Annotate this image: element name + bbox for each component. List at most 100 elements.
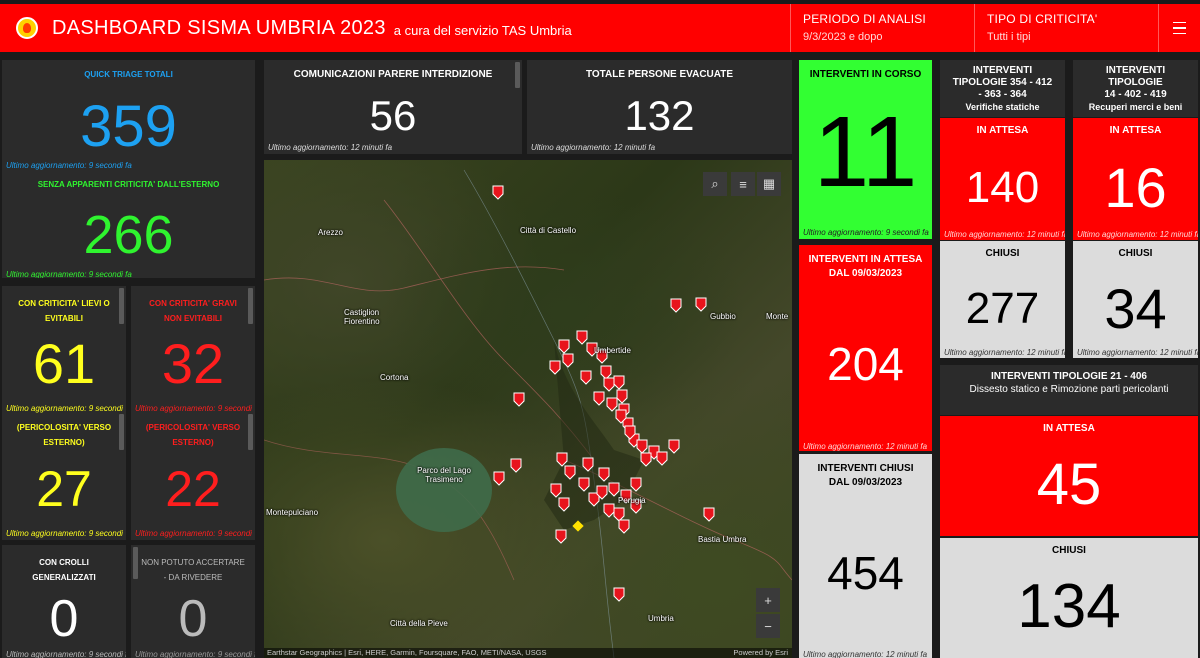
- layers-icon[interactable]: ≡: [731, 172, 755, 196]
- map-marker-pin-icon[interactable]: [670, 298, 682, 313]
- map-marker-pin-icon[interactable]: [510, 458, 522, 473]
- criticality-filter[interactable]: TIPO DI CRITICITA' Tutti i tipi: [974, 4, 1158, 52]
- zoom-in-button[interactable]: +: [756, 588, 780, 612]
- in-attesa-value: 204: [827, 338, 904, 390]
- map-marker-pin-icon[interactable]: [492, 185, 504, 200]
- gravi-update: Ultimo aggiornamento: 9 secondi: [135, 404, 252, 413]
- lievi-title-line-2: EVITABILI: [44, 314, 84, 323]
- lievi-update: Ultimo aggiornamento: 9 secondi: [6, 404, 123, 413]
- lake-trasimeno: [396, 448, 492, 532]
- pericolosita-gravi-scrollbar[interactable]: [248, 414, 253, 450]
- pericolosita-lievi-scrollbar[interactable]: [119, 414, 124, 450]
- map-marker-pin-icon[interactable]: [606, 397, 618, 412]
- tipologie-c-title: INTERVENTI TIPOLOGIE 21 - 406 Dissesto s…: [940, 370, 1198, 396]
- pericolosita-lievi-title-line-1: (PERICOLOSITA' VERSO: [16, 423, 112, 432]
- in-attesa-title-line-1: INTERVENTI IN ATTESA: [808, 254, 923, 265]
- map-marker-pin-icon[interactable]: [576, 330, 588, 345]
- map-marker-pin-icon[interactable]: [613, 375, 625, 390]
- map-marker-pin-icon[interactable]: [558, 339, 570, 354]
- non-accertare-scrollbar[interactable]: [133, 547, 138, 579]
- period-filter[interactable]: PERIODO DI ANALISI 9/3/2023 e dopo: [790, 4, 974, 52]
- powered-by-esri[interactable]: Powered by Esri: [733, 648, 788, 658]
- civil-protection-logo-icon: [16, 17, 38, 39]
- map-label: Città di Castello: [520, 226, 577, 235]
- tipologie-a-attesa-panel: IN ATTESA 140 Ultimo aggiornamento: 12 m…: [940, 118, 1065, 240]
- evacuate-title: TOTALE PERSONE EVACUATE: [585, 69, 734, 80]
- tipologie-b-attesa-label: IN ATTESA: [1109, 125, 1162, 136]
- tipologie-b-chiusi-label: CHIUSI: [1118, 248, 1153, 259]
- interventi-chiusi-panel: INTERVENTI CHIUSI DAL 09/03/2023 454 Ult…: [799, 454, 932, 658]
- zoom-out-button[interactable]: −: [756, 614, 780, 638]
- map-marker-pin-icon[interactable]: [603, 503, 615, 518]
- tipologie-a-chiusi-update: Ultimo aggiornamento: 12 minuti fa: [944, 348, 1065, 357]
- map-marker-pin-icon[interactable]: [513, 392, 525, 407]
- map-view[interactable]: Città di Castello Arezzo Castiglion Fior…: [264, 160, 792, 658]
- map-marker-pin-icon[interactable]: [580, 370, 592, 385]
- map-marker-pin-icon[interactable]: [630, 477, 642, 492]
- non-accertare-value: 0: [178, 590, 208, 648]
- map-marker-pin-icon[interactable]: [616, 389, 628, 404]
- lievi-value: 61: [32, 332, 96, 395]
- map-marker-pin-icon[interactable]: [695, 297, 707, 312]
- map-marker-pin-icon[interactable]: [668, 439, 680, 454]
- senza-criticita-value: 266: [83, 205, 174, 265]
- in-corso-title: INTERVENTI IN CORSO: [809, 69, 922, 80]
- map-label: Umbertide: [594, 346, 631, 355]
- non-accertare-title-line-1: NON POTUTO ACCERTARE: [141, 558, 245, 567]
- crolli-title-line-2: GENERALIZZATI: [32, 573, 96, 582]
- map-marker-pin-icon[interactable]: [618, 519, 630, 534]
- tipologie-c-chiusi-value: 134: [1017, 572, 1121, 641]
- menu-icon[interactable]: [1158, 4, 1200, 52]
- dashboard-subtitle: a cura del servizio TAS Umbria: [393, 23, 572, 38]
- tipologie-b-title-line-3: 14 - 402 - 419: [1104, 89, 1167, 100]
- tipologie-c-chiusi-panel: CHIUSI 134: [940, 538, 1198, 658]
- map-marker-pin-icon[interactable]: [493, 471, 505, 486]
- map-marker-pin-icon[interactable]: [656, 451, 668, 466]
- interventi-in-corso-panel: INTERVENTI IN CORSO 11 Ultimo aggiorname…: [799, 60, 932, 239]
- dashboard: DASHBOARD SISMA UMBRIA 2023 a cura del s…: [0, 0, 1200, 658]
- lievi-scrollbar[interactable]: [119, 288, 124, 324]
- map-marker-pin-icon[interactable]: [555, 529, 567, 544]
- map-label: Monte: [766, 312, 789, 321]
- tipologie-a-attesa-value: 140: [965, 163, 1040, 212]
- qr-code-icon[interactable]: ▦: [757, 172, 781, 196]
- tipologie-c-attesa-panel: IN ATTESA 45: [940, 416, 1198, 536]
- map-marker-pin-icon[interactable]: [613, 507, 625, 522]
- chiusi-title-line-1: INTERVENTI CHIUSI: [817, 463, 914, 474]
- tipologie-b-attesa-value: 16: [1104, 156, 1167, 219]
- lievi-title: CON CRITICITA' LIEVI O EVITABILI: [2, 296, 126, 326]
- tipologie-b-attesa-panel: IN ATTESA 16 Ultimo aggiornamento: 12 mi…: [1073, 118, 1198, 240]
- map-search-icon[interactable]: ⌕: [703, 172, 727, 196]
- criticality-filter-value: Tutti i tipi: [987, 31, 1031, 43]
- map-marker-pin-icon[interactable]: [603, 377, 615, 392]
- map-marker-pin-icon[interactable]: [640, 452, 652, 467]
- crolli-update: Ultimo aggiornamento: 9 secondi fa: [6, 650, 126, 658]
- period-filter-value: 9/3/2023 e dopo: [803, 31, 883, 43]
- tipologie-b-chiusi-update: Ultimo aggiornamento: 12 minuti fa: [1077, 348, 1198, 357]
- tipologie-a-attesa-update: Ultimo aggiornamento: 12 minuti fa: [944, 230, 1065, 239]
- evacuate-panel: TOTALE PERSONE EVACUATE 132 Ultimo aggio…: [527, 60, 792, 154]
- pericolosita-lievi-update: Ultimo aggiornamento: 9 secondi: [6, 529, 123, 538]
- map-label: Perugia: [618, 496, 646, 505]
- tipologie-b-title-line-2: TIPOLOGIE: [1108, 77, 1163, 88]
- tipologie-a-title-line-3: - 363 - 364: [978, 89, 1027, 100]
- tipologie-b-header: INTERVENTI TIPOLOGIE 14 - 402 - 419 Recu…: [1073, 60, 1198, 117]
- comunicazioni-scrollbar[interactable]: [515, 62, 520, 88]
- comunicazioni-title: COMUNICAZIONI PARERE INTERDIZIONE: [293, 69, 493, 80]
- map-marker-pin-icon[interactable]: [593, 391, 605, 406]
- tipologie-c-title-line-1: INTERVENTI TIPOLOGIE 21 - 406: [991, 371, 1147, 382]
- map-marker-pin-icon[interactable]: [703, 507, 715, 522]
- tipologie-a-chiusi-value: 277: [965, 284, 1040, 333]
- map-marker-pin-icon[interactable]: [600, 365, 612, 380]
- gravi-title-line-1: CON CRITICITA' GRAVI: [149, 299, 237, 308]
- gravi-scrollbar[interactable]: [248, 288, 253, 324]
- pericolosita-gravi-title: (PERICOLOSITA' VERSO ESTERNO): [131, 420, 255, 450]
- pericolosita-lievi-title-line-2: ESTERNO): [43, 438, 85, 447]
- map-marker-pin-icon[interactable]: [636, 439, 648, 454]
- map-marker-pin-icon[interactable]: [613, 587, 625, 602]
- non-accertare-title-line-2: - DA RIVEDERE: [163, 573, 223, 582]
- dashboard-title: DASHBOARD SISMA UMBRIA 2023: [52, 16, 386, 39]
- map-marker-pin-icon[interactable]: [562, 353, 574, 368]
- crolli-title: CON CROLLI GENERALIZZATI: [2, 555, 126, 585]
- criticality-filter-label: TIPO DI CRITICITA': [987, 12, 1098, 26]
